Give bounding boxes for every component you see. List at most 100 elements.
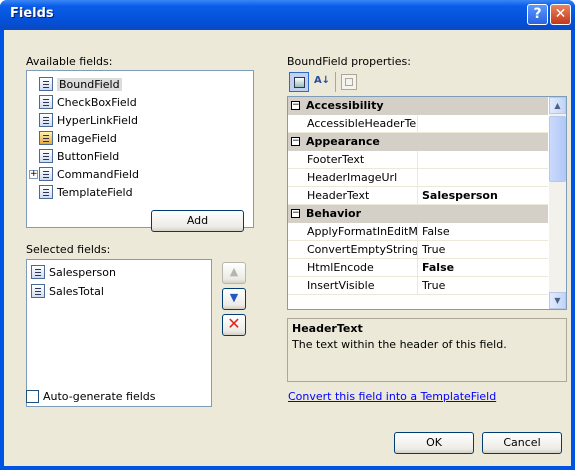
expand-icon[interactable]: + (29, 169, 38, 179)
ok-button[interactable]: OK (394, 432, 474, 454)
property-row[interactable]: ApplyFormatInEditM False (288, 223, 548, 241)
list-item-label: Salesperson (49, 265, 116, 279)
add-button[interactable]: Add (151, 210, 244, 232)
property-value[interactable] (419, 151, 548, 169)
property-grid[interactable]: − Accessibility AccessibleHeaderTe − App… (287, 96, 567, 310)
list-item-label: SalesTotal (49, 284, 104, 298)
property-value[interactable] (419, 169, 548, 187)
collapse-icon[interactable]: − (291, 209, 300, 218)
dialog-body: Available fields: BoundField CheckBoxFie… (4, 30, 571, 466)
boundfield-icon (39, 77, 53, 91)
tree-item-label: BoundField (57, 77, 122, 91)
template-field-icon (39, 185, 53, 199)
move-up-button[interactable]: ▲ (222, 262, 246, 284)
property-value[interactable] (419, 115, 548, 133)
selected-fields-label: Selected fields: (26, 243, 111, 256)
alphabetical-button[interactable]: A↓ (312, 72, 332, 92)
description-title: HeaderText (292, 322, 363, 335)
title-bar: Fields ? ✕ (0, 0, 575, 30)
property-value[interactable]: False (419, 259, 548, 277)
fields-dialog: Fields ? ✕ Available fields: BoundField … (0, 0, 575, 470)
tree-item-label: CheckBoxField (57, 95, 137, 109)
tree-item-label: CommandField (57, 167, 139, 181)
property-name: FooterText (304, 151, 418, 169)
properties-label: BoundField properties: (287, 55, 411, 68)
dialog-title: Fields (10, 6, 54, 21)
description-text: The text within the header of this field… (292, 338, 507, 351)
arrow-up-icon: ▲ (229, 265, 239, 278)
autogenerate-label: Auto-generate fields (43, 390, 156, 403)
toolbar-divider (335, 72, 336, 92)
property-value[interactable]: False (419, 223, 548, 241)
category-label: Behavior (306, 207, 362, 220)
categorized-button[interactable] (289, 72, 309, 92)
category-label: Appearance (306, 135, 380, 148)
autogenerate-checkbox[interactable] (26, 390, 39, 403)
tree-item-label: HyperLinkField (57, 113, 138, 127)
tree-item-label: ImageField (57, 131, 117, 145)
property-name: ApplyFormatInEditM (304, 223, 418, 241)
tree-item-boundfield[interactable]: BoundField (39, 76, 122, 92)
list-item-salesperson[interactable]: Salesperson (31, 264, 116, 280)
category-accessibility[interactable]: − Accessibility (288, 97, 548, 115)
property-name: AccessibleHeaderTe (304, 115, 418, 133)
property-value[interactable]: True (419, 277, 548, 295)
hyperlink-field-icon (39, 113, 53, 127)
property-name: HeaderText (304, 187, 418, 205)
tree-item-label: ButtonField (57, 149, 120, 163)
property-row[interactable]: HtmlEncode False (288, 259, 548, 277)
tree-item-hyperlinkfield[interactable]: HyperLinkField (39, 112, 138, 128)
property-row[interactable]: InsertVisible True (288, 277, 548, 295)
cancel-button[interactable]: Cancel (482, 432, 562, 454)
property-pages-button[interactable] (341, 74, 357, 90)
help-button[interactable]: ? (527, 4, 548, 25)
checkbox-field-icon (39, 95, 53, 109)
category-appearance[interactable]: − Appearance (288, 133, 548, 151)
scroll-thumb[interactable] (549, 116, 566, 182)
tree-item-imagefield[interactable]: ImageField (39, 130, 117, 146)
scroll-down-icon[interactable]: ▼ (549, 292, 566, 309)
boundfield-icon (31, 284, 45, 298)
window-border-bottom (0, 466, 575, 470)
command-field-icon (39, 167, 53, 181)
property-grid-scrollbar[interactable]: ▲ ▼ (549, 97, 566, 309)
convert-to-templatefield-link[interactable]: Convert this field into a TemplateField (288, 390, 496, 403)
window-border-right (571, 30, 575, 470)
tree-item-templatefield[interactable]: TemplateField (39, 184, 133, 200)
available-fields-tree[interactable]: BoundField CheckBoxField HyperLinkField … (26, 70, 254, 228)
boundfield-icon (31, 265, 45, 279)
delete-x-icon: ✕ (227, 314, 241, 333)
property-value[interactable]: Salesperson (419, 187, 548, 205)
property-row[interactable]: ConvertEmptyString True (288, 241, 548, 259)
list-item-salestotal[interactable]: SalesTotal (31, 283, 104, 299)
tree-item-checkboxfield[interactable]: CheckBoxField (39, 94, 137, 110)
available-fields-label: Available fields: (26, 55, 113, 68)
button-field-icon (39, 149, 53, 163)
property-row[interactable]: AccessibleHeaderTe (288, 115, 548, 133)
collapse-icon[interactable]: − (291, 101, 300, 110)
delete-button[interactable]: ✕ (222, 314, 246, 336)
arrow-down-icon: ▼ (229, 291, 239, 304)
property-description-panel: HeaderText The text within the header of… (287, 318, 567, 382)
property-value[interactable]: True (419, 241, 548, 259)
tree-item-commandfield[interactable]: + CommandField (29, 166, 139, 182)
categorized-icon (294, 77, 305, 88)
properties-toolbar: A↓ (287, 70, 567, 94)
close-button[interactable]: ✕ (550, 4, 571, 25)
tree-item-buttonfield[interactable]: ButtonField (39, 148, 119, 164)
tree-item-label: TemplateField (57, 185, 133, 199)
property-row-headertext[interactable]: HeaderText Salesperson (288, 187, 548, 205)
property-name: ConvertEmptyString (304, 241, 418, 259)
property-pages-icon (345, 78, 353, 86)
category-label: Accessibility (306, 99, 384, 112)
property-name: InsertVisible (304, 277, 418, 295)
category-behavior[interactable]: − Behavior (288, 205, 548, 223)
property-name: HtmlEncode (304, 259, 418, 277)
move-down-button[interactable]: ▼ (222, 288, 246, 310)
selected-fields-list[interactable]: Salesperson SalesTotal (26, 259, 212, 407)
property-name: HeaderImageUrl (304, 169, 418, 187)
collapse-icon[interactable]: − (291, 137, 300, 146)
property-row[interactable]: FooterText (288, 151, 548, 169)
property-row[interactable]: HeaderImageUrl (288, 169, 548, 187)
scroll-up-icon[interactable]: ▲ (549, 97, 566, 114)
